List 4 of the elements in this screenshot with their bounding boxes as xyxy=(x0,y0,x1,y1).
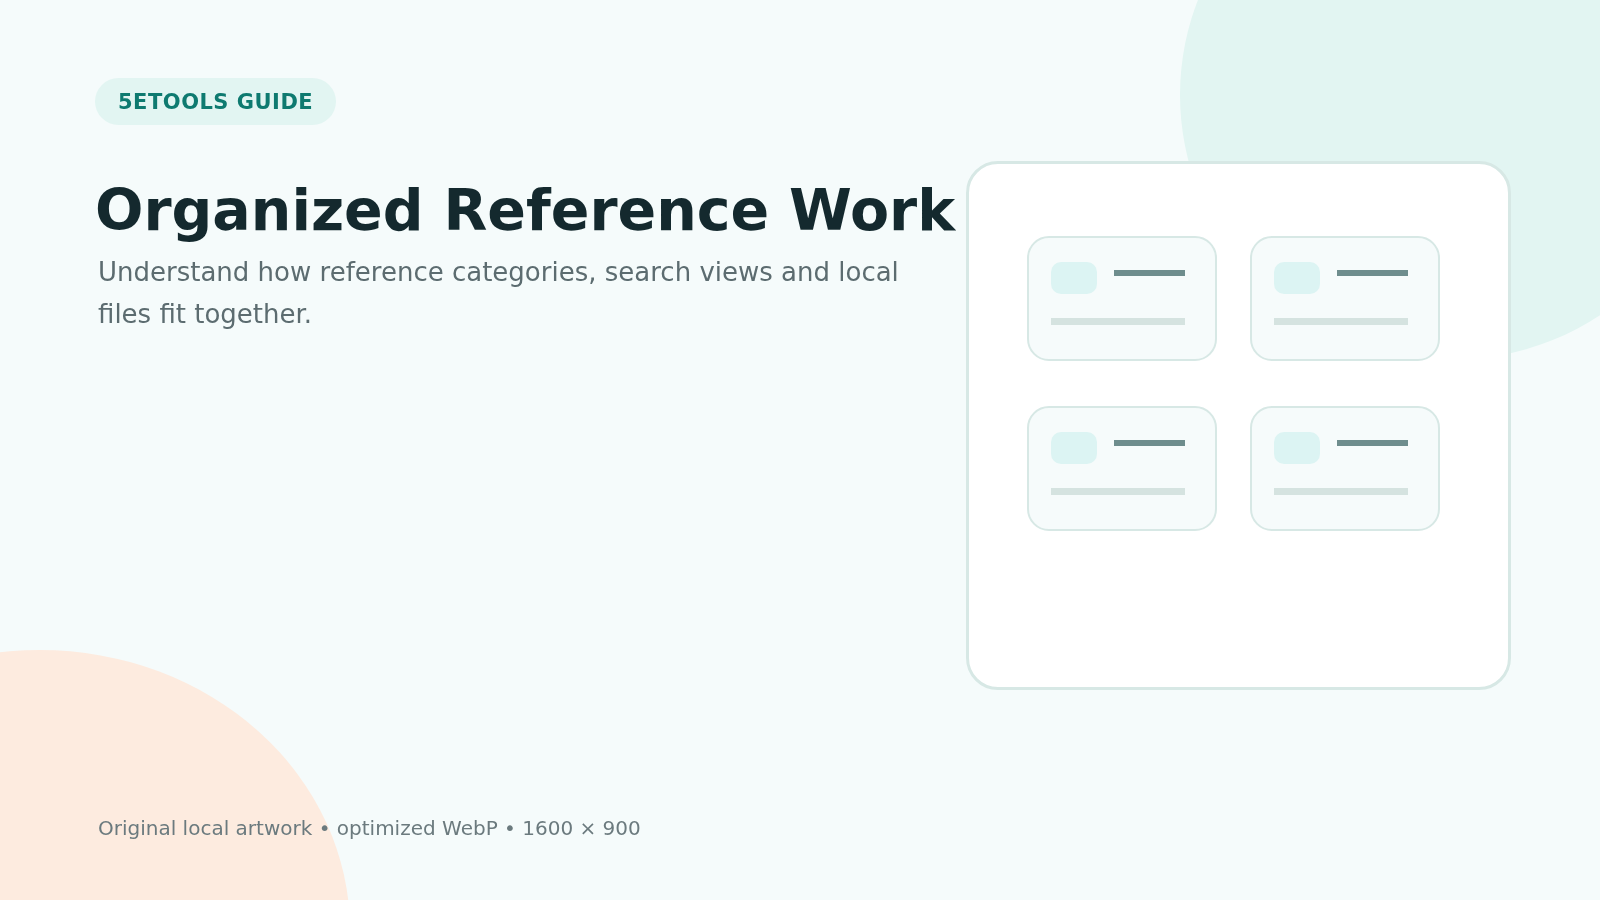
footer-caption: Original local artwork • optimized WebP • 1600 × 900 xyxy=(98,816,641,840)
subtitle: Understand how reference categories, search views and local files fit together. xyxy=(98,256,900,331)
guide-badge: 5ETOOLS GUIDE xyxy=(95,78,337,125)
page-title: Organized Reference Work xyxy=(95,177,956,243)
